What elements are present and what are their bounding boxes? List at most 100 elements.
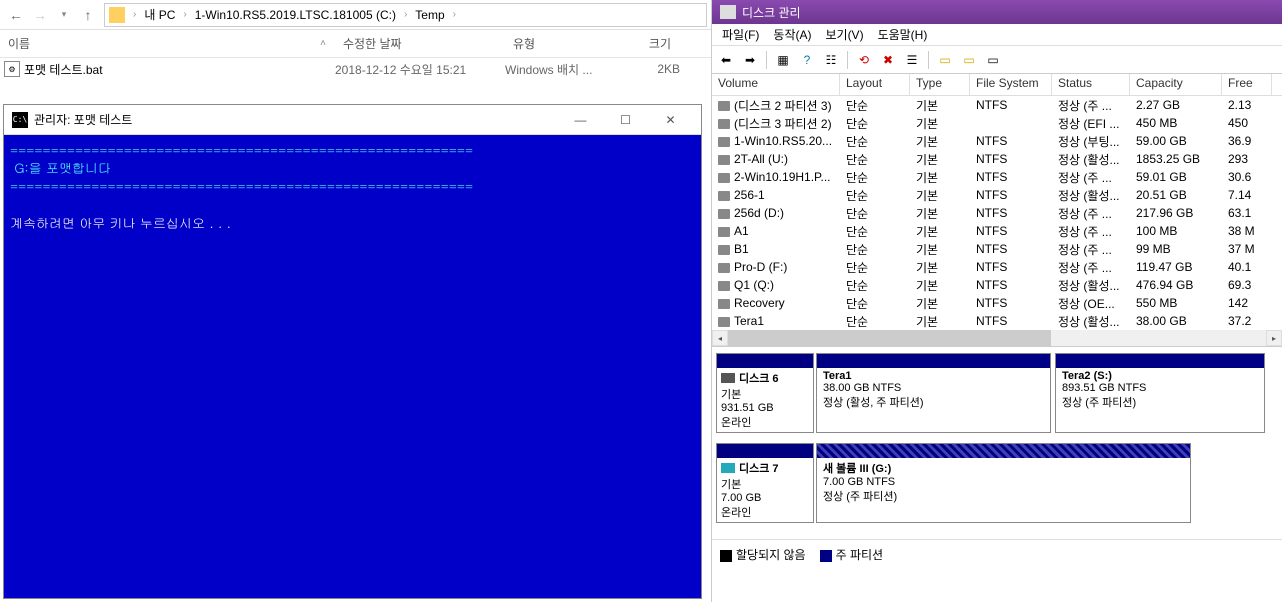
disk-icon — [721, 463, 735, 473]
column-header-size[interactable]: 크기 — [610, 31, 680, 56]
volume-icon — [718, 155, 730, 165]
nav-forward-button[interactable]: → — [28, 3, 52, 27]
diskmgmt-titlebar[interactable]: 디스크 관리 — [712, 0, 1282, 24]
partition-tera2[interactable]: Tera2 (S:) 893.51 GB NTFS 정상 (주 파티션) — [1055, 353, 1265, 433]
partition-new-volume-g[interactable]: 새 볼륨 III (G:) 7.00 GB NTFS 정상 (주 파티션) — [816, 443, 1191, 523]
col-volume[interactable]: Volume — [712, 74, 840, 95]
horizontal-scrollbar[interactable]: ◂ ▸ — [712, 330, 1282, 346]
file-type: Windows 배치 ... — [505, 61, 610, 78]
volume-row[interactable]: Recovery단순기본NTFS정상 (OE...550 MB142 — [712, 294, 1282, 312]
disk-header: 디스크 6 기본 931.51 GB 온라인 — [716, 353, 814, 433]
diskmgmt-title-text: 디스크 관리 — [742, 4, 801, 21]
volume-icon — [718, 137, 730, 147]
toolbar-drive3-icon[interactable]: ▭ — [983, 50, 1003, 70]
volume-icon — [718, 281, 730, 291]
col-free[interactable]: Free — [1222, 74, 1272, 95]
disk-block-6[interactable]: 디스크 6 기본 931.51 GB 온라인 Tera1 38.00 GB NT… — [716, 353, 1278, 433]
console-output[interactable]: ========================================… — [4, 135, 701, 598]
toolbar-delete-icon[interactable]: ✖ — [878, 50, 898, 70]
toolbar-forward-icon[interactable]: ➡ — [740, 50, 760, 70]
disk-icon — [721, 373, 735, 383]
toolbar-back-icon[interactable]: ⬅ — [716, 50, 736, 70]
partition-tera1[interactable]: Tera1 38.00 GB NTFS 정상 (활성, 주 파티션) — [816, 353, 1051, 433]
volume-icon — [718, 299, 730, 309]
nav-history-dropdown[interactable]: ▾ — [52, 3, 76, 27]
maximize-button[interactable]: ☐ — [603, 106, 648, 134]
explorer-nav-bar: ← → ▾ ↑ › 내 PC › 1-Win10.RS5.2019.LTSC.1… — [0, 0, 711, 30]
nav-up-button[interactable]: ↑ — [76, 3, 100, 27]
disk-graphical-view: 디스크 6 기본 931.51 GB 온라인 Tera1 38.00 GB NT… — [712, 347, 1282, 539]
console-titlebar[interactable]: C:\ 관리자: 포맷 테스트 — ☐ ✕ — [4, 105, 701, 135]
toolbar: ⬅ ➡ ▦ ? ☷ ⟲ ✖ ☰ ▭ ▭ ▭ — [712, 46, 1282, 74]
toolbar-drive-icon[interactable]: ▭ — [935, 50, 955, 70]
volume-list-header: Volume Layout Type File System Status Ca… — [712, 74, 1282, 96]
toolbar-settings-icon[interactable]: ☷ — [821, 50, 841, 70]
volume-row[interactable]: 2-Win10.19H1.P...단순기본NTFS정상 (주 ...59.01 … — [712, 168, 1282, 186]
volume-row[interactable]: B1단순기본NTFS정상 (주 ...99 MB37 M — [712, 240, 1282, 258]
volume-icon — [718, 317, 730, 327]
menu-file[interactable]: 파일(F) — [716, 24, 765, 45]
minimize-button[interactable]: — — [558, 106, 603, 134]
breadcrumb-bar[interactable]: › 내 PC › 1-Win10.RS5.2019.LTSC.181005 (C… — [104, 3, 707, 27]
column-header-type[interactable]: 유형 — [505, 31, 610, 56]
legend-swatch-unallocated — [720, 550, 732, 562]
volume-row[interactable]: Tera1단순기본NTFS정상 (활성...38.00 GB37.2 — [712, 312, 1282, 330]
sort-indicator-icon: ˄ — [320, 38, 326, 49]
volume-icon — [718, 263, 730, 273]
disk-management-window: 디스크 관리 파일(F) 동작(A) 보기(V) 도움말(H) ⬅ ➡ ▦ ? … — [712, 0, 1282, 602]
nav-back-button[interactable]: ← — [4, 3, 28, 27]
legend: 할당되지 않음 주 파티션 — [712, 539, 1282, 569]
volume-row[interactable]: 2T-All (U:)단순기본NTFS정상 (활성...1853.25 GB29… — [712, 150, 1282, 168]
legend-swatch-primary — [820, 550, 832, 562]
close-button[interactable]: ✕ — [648, 106, 693, 134]
toolbar-properties-icon[interactable]: ☰ — [902, 50, 922, 70]
volume-row[interactable]: 1-Win10.RS5.20...단순기본NTFS정상 (부팅...59.00 … — [712, 132, 1282, 150]
col-filesystem[interactable]: File System — [970, 74, 1052, 95]
col-type[interactable]: Type — [910, 74, 970, 95]
col-status[interactable]: Status — [1052, 74, 1130, 95]
explorer-column-headers: 이름˄ 수정한 날짜 유형 크기 — [0, 30, 711, 58]
volume-row[interactable]: A1단순기본NTFS정상 (주 ...100 MB38 M — [712, 222, 1282, 240]
volume-icon — [718, 209, 730, 219]
bat-file-icon: ⚙ — [4, 61, 20, 77]
menu-help[interactable]: 도움말(H) — [872, 24, 934, 45]
file-name: 포맷 테스트.bat — [24, 61, 103, 78]
volume-row[interactable]: 256-1단순기본NTFS정상 (활성...20.51 GB7.14 — [712, 186, 1282, 204]
volume-row[interactable]: (디스크 2 파티션 3)단순기본NTFS정상 (주 ...2.27 GB2.1… — [712, 96, 1282, 114]
scroll-right-icon[interactable]: ▸ — [1266, 330, 1282, 346]
col-layout[interactable]: Layout — [840, 74, 910, 95]
column-header-date[interactable]: 수정한 날짜 — [335, 31, 505, 56]
volume-row[interactable]: (디스크 3 파티션 2)단순기본정상 (EFI ...450 MB450 — [712, 114, 1282, 132]
disk-block-7[interactable]: 디스크 7 기본 7.00 GB 온라인 새 볼륨 III (G:) 7.00 … — [716, 443, 1278, 523]
toolbar-refresh-icon[interactable]: ⟲ — [854, 50, 874, 70]
console-title-text: 관리자: 포맷 테스트 — [34, 111, 132, 128]
chevron-right-icon: › — [404, 9, 407, 20]
scroll-left-icon[interactable]: ◂ — [712, 330, 728, 346]
breadcrumb-item[interactable]: 1-Win10.RS5.2019.LTSC.181005 (C:) — [191, 6, 400, 24]
menu-action[interactable]: 동작(A) — [767, 24, 817, 45]
breadcrumb-item[interactable]: 내 PC — [140, 4, 179, 25]
diskmgmt-icon — [720, 5, 736, 19]
column-header-name[interactable]: 이름˄ — [0, 31, 335, 56]
breadcrumb-item[interactable]: Temp — [411, 6, 448, 24]
chevron-right-icon: › — [453, 9, 456, 20]
toolbar-table-icon[interactable]: ▦ — [773, 50, 793, 70]
volume-row[interactable]: Q1 (Q:)단순기본NTFS정상 (활성...476.94 GB69.3 — [712, 276, 1282, 294]
volume-row[interactable]: Pro-D (F:)단순기본NTFS정상 (주 ...119.47 GB40.1 — [712, 258, 1282, 276]
chevron-right-icon: › — [133, 9, 136, 20]
menu-bar: 파일(F) 동작(A) 보기(V) 도움말(H) — [712, 24, 1282, 46]
volume-icon — [718, 227, 730, 237]
file-size: 2KB — [610, 62, 680, 76]
volume-icon — [718, 119, 730, 129]
menu-view[interactable]: 보기(V) — [819, 24, 869, 45]
toolbar-drive2-icon[interactable]: ▭ — [959, 50, 979, 70]
volume-icon — [718, 173, 730, 183]
col-capacity[interactable]: Capacity — [1130, 74, 1222, 95]
file-row[interactable]: ⚙포맷 테스트.bat 2018-12-12 수요일 15:21 Windows… — [0, 58, 711, 80]
chevron-right-icon: › — [183, 9, 186, 20]
toolbar-help-icon[interactable]: ? — [797, 50, 817, 70]
volume-row[interactable]: 256d (D:)단순기본NTFS정상 (주 ...217.96 GB63.1 — [712, 204, 1282, 222]
volume-list: Volume Layout Type File System Status Ca… — [712, 74, 1282, 347]
file-date: 2018-12-12 수요일 15:21 — [335, 61, 505, 78]
disk-header: 디스크 7 기본 7.00 GB 온라인 — [716, 443, 814, 523]
